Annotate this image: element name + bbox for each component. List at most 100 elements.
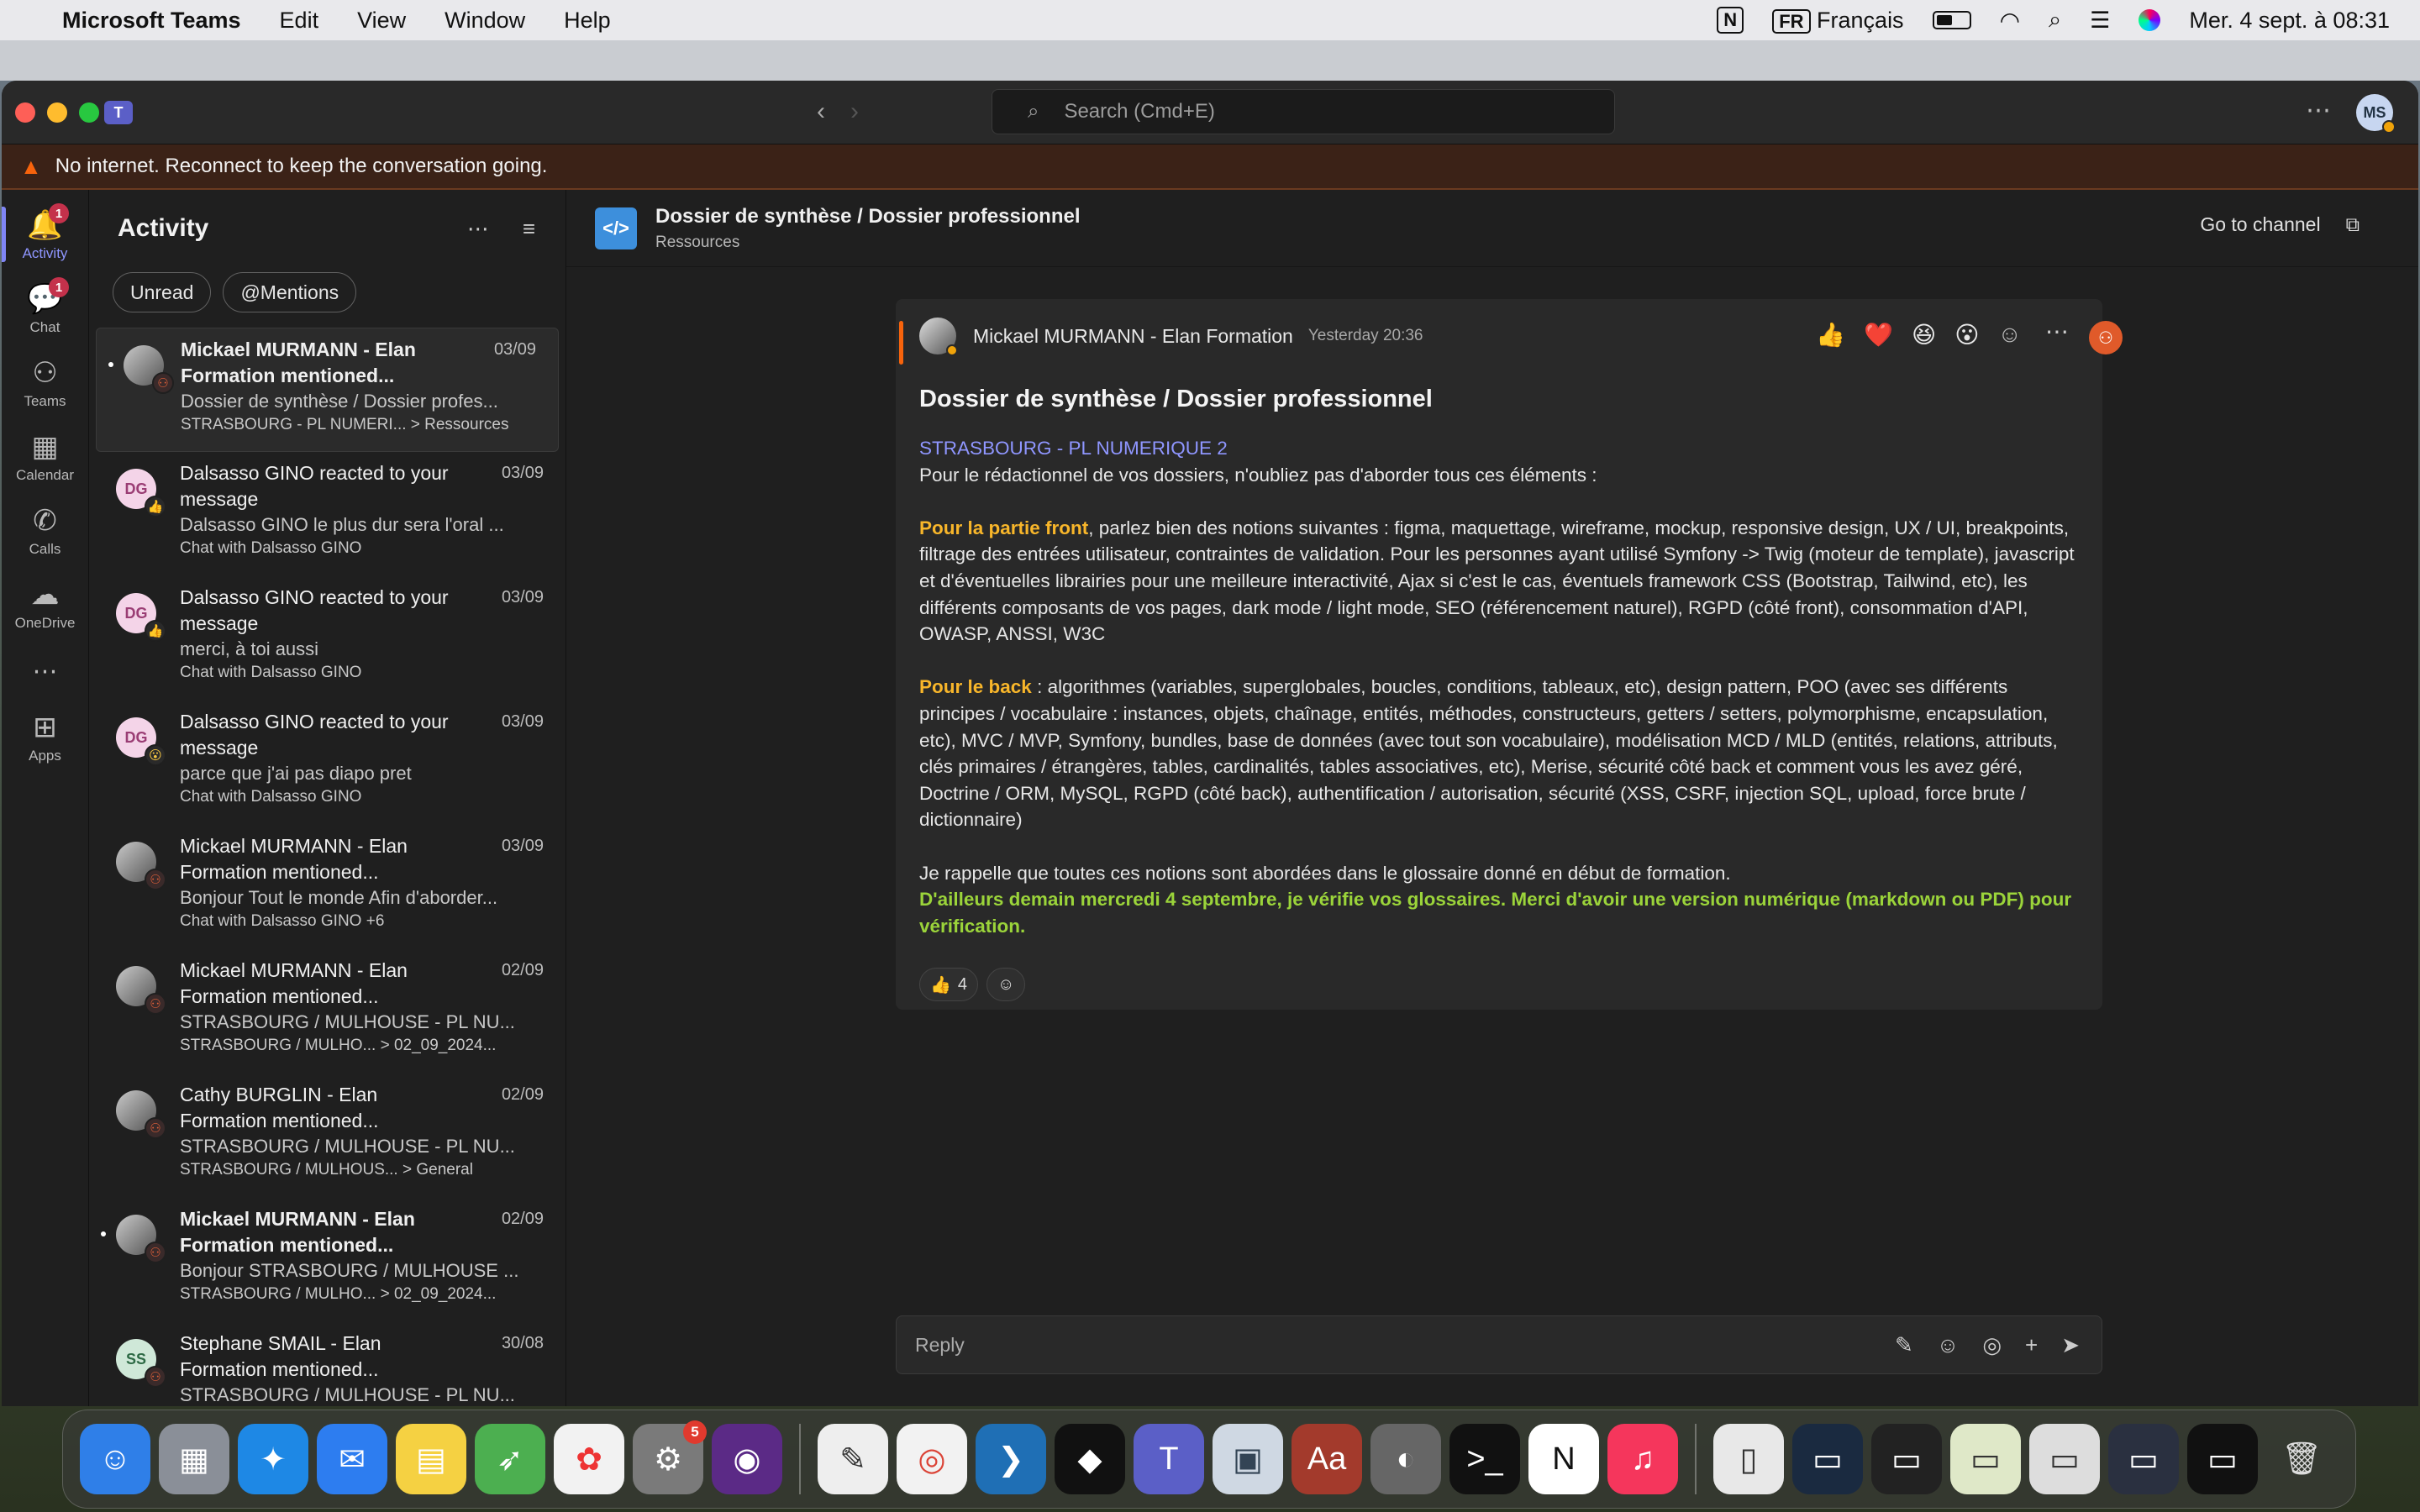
loop-icon[interactable]: ◎ [1982,1332,2002,1358]
music-icon[interactable]: ♫ [1607,1424,1678,1494]
maps-icon[interactable]: ➶ [475,1424,545,1494]
activity-item[interactable]: DG 😮 Dalsasso GINO reacted to your message… [89,701,566,825]
tableplus-icon[interactable]: ◐ [1370,1424,1441,1494]
open-popout-icon[interactable]: ⧉ [2346,213,2360,236]
format-icon[interactable]: ✎ [1895,1332,1913,1358]
minimize-window-button[interactable] [47,102,67,123]
attach-plus-icon[interactable]: + [2025,1332,2038,1358]
screenshot-thumbnail-icon[interactable]: ▭ [1792,1424,1863,1494]
activity-item[interactable]: ⚇ Mickael MURMANN - Elan Formation mentio… [89,1198,566,1322]
post-more-icon[interactable]: ⋯ [2045,318,2069,345]
notion-menubar-icon[interactable]: N [1717,7,1744,34]
preview-icon[interactable]: ▣ [1213,1424,1283,1494]
notion-icon[interactable]: N [1528,1424,1599,1494]
notes-thumbnail-icon[interactable]: ▭ [1950,1424,2021,1494]
menu-edit[interactable]: Edit [280,8,319,34]
wifi-icon[interactable]: ◠ [2000,7,2020,34]
emoji-icon[interactable]: ☺ [1937,1332,1960,1358]
surprised-reaction-icon[interactable]: 😮 [1954,321,1979,349]
unity-icon[interactable]: ◆ [1055,1424,1125,1494]
filter-unread[interactable]: Unread [113,272,212,312]
laugh-reaction-icon[interactable]: 😆 [1912,321,1936,349]
rail-item-calendar[interactable]: ▦ Calendar [2,420,88,494]
activity-item[interactable]: ⚇ Mickael MURMANN - Elan Formation mentio… [96,328,559,452]
input-label: Français [1817,7,1904,33]
filter-mentions[interactable]: @Mentions [223,272,357,312]
filter-icon[interactable]: ≡ [523,216,535,242]
menu-window[interactable]: Window [445,8,525,34]
menu-view[interactable]: View [357,8,406,34]
send-icon[interactable]: ➤ [2061,1332,2080,1358]
back-arrow-icon[interactable]: ‹ [817,97,825,126]
forward-arrow-icon[interactable]: › [850,97,859,126]
chrome-icon[interactable]: ◎ [897,1424,967,1494]
settings-badge: 5 [683,1420,707,1444]
more-icon[interactable]: ⋯ [467,216,489,242]
mail-icon[interactable]: ✉ [317,1424,387,1494]
more-apps-icon[interactable]: ⋯ [2,642,88,701]
battery-icon[interactable] [1932,11,1971,29]
textedit-icon[interactable]: ✎ [818,1424,888,1494]
activity-item[interactable]: DG 👍 Dalsasso GINO reacted to your message… [89,576,566,701]
file-thumbnail-icon[interactable]: ▭ [2029,1424,2100,1494]
like-reaction-pill[interactable]: 👍 4 [919,968,979,1001]
zoom-window-button[interactable] [79,102,99,123]
activity-item[interactable]: DG 👍 Dalsasso GINO reacted to your message… [89,452,566,576]
control-center-icon[interactable]: ☰ [2090,8,2110,34]
system-settings-icon[interactable]: ⚙ 5 [633,1420,707,1494]
downloads-stack-icon[interactable]: ▭ [2108,1424,2179,1494]
teams-dock-icon[interactable]: T [1134,1424,1204,1494]
notes-icon[interactable]: ▤ [396,1424,466,1494]
finder-icon[interactable]: ☺ [80,1424,150,1494]
channel-mention[interactable]: STRASBOURG - PL NUMERIQUE 2 [919,438,1228,459]
document-thumbnail-icon[interactable]: ▭ [1871,1424,1942,1494]
firefox-icon[interactable]: ◉ [712,1424,782,1494]
teams-logo-icon: T [104,100,133,124]
profile-avatar[interactable]: MS [2356,94,2396,134]
menubar-clock[interactable]: Mer. 4 sept. à 08:31 [2189,8,2390,34]
like-reaction-icon[interactable]: 👍 [1816,321,1845,349]
close-window-button[interactable] [15,102,35,123]
vscode-icon[interactable]: ❯ [976,1424,1046,1494]
app-menu[interactable]: Microsoft Teams [62,8,241,34]
go-to-channel-button[interactable]: Go to channel [2200,213,2320,236]
desktop-background [0,40,2420,81]
rail-item-chat[interactable]: 💬 1 Chat [2,272,88,346]
safari-icon[interactable]: ✦ [238,1424,308,1494]
phone-icon: ✆ [33,505,57,537]
add-reaction-button[interactable]: ☺ [986,968,1026,1001]
reply-placeholder: Reply [915,1333,965,1356]
recent-stack-icon[interactable]: ▭ [2187,1424,2258,1494]
dictionary-icon[interactable]: Aa [1292,1424,1362,1494]
input-source-menu[interactable]: FR Français [1772,7,1904,34]
docx-file-icon[interactable]: ▯ [1713,1424,1784,1494]
channel-post: Mickael MURMANN - Elan Formation Yesterd… [896,299,2123,1010]
rail-item-calls[interactable]: ✆ Calls [2,494,88,568]
front-text: , parlez bien des notions suivantes : fi… [919,517,2075,645]
reply-box[interactable]: Reply ✎ ☺ ◎ + ➤ [896,1315,2102,1374]
launchpad-icon[interactable]: ▦ [159,1424,229,1494]
heart-reaction-icon[interactable]: ❤️ [1864,321,1893,349]
terminal-icon[interactable]: >_ [1449,1424,1520,1494]
activity-item[interactable]: ⚇ Cathy BURGLIN - Elan Formation mentione… [89,1074,566,1198]
menu-help[interactable]: Help [564,8,611,34]
search-input[interactable]: ⌕ Search (Cmd+E) [992,89,1615,134]
add-reaction-icon[interactable]: ☺ [1997,321,2022,349]
activity-item[interactable]: ⚇ Mickael MURMANN - Elan Formation mentio… [89,825,566,949]
siri-icon[interactable] [2139,9,2161,31]
more-options-icon[interactable]: ⋯ [2306,96,2331,125]
rail-item-teams[interactable]: ⚇ Teams [2,346,88,420]
spotlight-search-icon[interactable]: ⌕ [2049,7,2061,34]
activity-item[interactable]: ⚇ Mickael MURMANN - Elan Formation mentio… [89,949,566,1074]
activity-item[interactable]: SS ⚇ Stephane SMAIL - Elan Formation menti… [89,1322,566,1406]
rail-item-activity[interactable]: 🔔 1 Activity [2,198,88,272]
activity-item-title: Stephane SMAIL - Elan Formation mentione… [180,1332,381,1380]
trash-icon[interactable]: 🗑 [2266,1424,2337,1494]
author-avatar[interactable] [919,318,958,356]
post-author[interactable]: Mickael MURMANN - Elan Formation [973,325,1293,348]
teams-icon: ⚇ [32,357,58,389]
rail-item-onedrive[interactable]: ☁ OneDrive [2,568,88,642]
rail-item-apps[interactable]: ⊞ Apps [2,701,88,774]
offline-banner-text: No internet. Reconnect to keep the conve… [55,155,548,177]
photos-icon[interactable]: ✿ [554,1424,624,1494]
